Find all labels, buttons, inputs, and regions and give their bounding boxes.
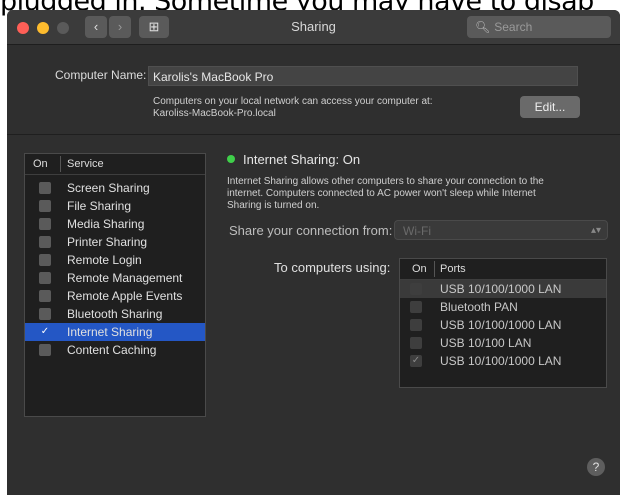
service-label: Content Caching	[67, 343, 157, 357]
column-separator	[434, 261, 435, 277]
service-label: Internet Sharing	[67, 325, 153, 339]
computer-name-input[interactable]: Karolis's MacBook Pro	[148, 66, 578, 86]
service-checkbox[interactable]	[39, 272, 51, 284]
sharing-description: Internet Sharing allows other computers …	[227, 176, 544, 212]
description-line: internet. Computers connected to AC powe…	[227, 188, 536, 199]
title-bar: ‹ › ⊞ Sharing 🔍︎ Search	[7, 10, 620, 45]
port-rows: USB 10/100/1000 LAN Bluetooth PAN USB 10/1…	[400, 280, 606, 370]
service-label: Remote Login	[67, 253, 142, 267]
share-from-select[interactable]: Wi-Fi ▴▾	[394, 220, 608, 240]
port-checkbox[interactable]	[410, 319, 422, 331]
search-placeholder: Search	[494, 20, 533, 34]
port-label: USB 10/100/1000 LAN	[440, 354, 562, 368]
port-row[interactable]: ✓ USB 10/100/1000 LAN	[400, 352, 606, 370]
port-row[interactable]: USB 10/100/1000 LAN	[400, 280, 606, 298]
port-checkbox[interactable]: ✓	[410, 355, 422, 367]
service-row[interactable]: Content Caching	[25, 341, 205, 359]
service-row[interactable]: Remote Management	[25, 269, 205, 287]
help-button[interactable]: ?	[587, 458, 605, 476]
service-row[interactable]: ✓ Internet Sharing	[25, 323, 205, 341]
ports-list: On Ports USB 10/100/1000 LAN Bluetooth PA…	[399, 258, 607, 388]
port-checkbox[interactable]	[410, 283, 422, 295]
share-from-value: Wi-Fi	[403, 224, 431, 238]
search-field[interactable]: 🔍︎ Search	[467, 16, 611, 38]
service-row[interactable]: Remote Apple Events	[25, 287, 205, 305]
service-label: Remote Apple Events	[67, 289, 183, 303]
network-address-info: Computers on your local network can acce…	[153, 96, 433, 120]
ports-list-header: On Ports	[400, 259, 606, 280]
port-row[interactable]: Bluetooth PAN	[400, 298, 606, 316]
service-row[interactable]: Screen Sharing	[25, 179, 205, 197]
service-checkbox[interactable]	[39, 254, 51, 266]
service-label: Screen Sharing	[67, 181, 150, 195]
column-service-header: Service	[67, 158, 104, 170]
sharing-status-title: Internet Sharing: On	[243, 152, 361, 167]
port-checkbox[interactable]	[410, 301, 422, 313]
port-label: USB 10/100 LAN	[440, 336, 532, 350]
service-label: Bluetooth Sharing	[67, 307, 163, 321]
description-line: Internet Sharing allows other computers …	[227, 176, 544, 187]
section-divider	[7, 134, 620, 135]
service-row[interactable]: Media Sharing	[25, 215, 205, 233]
port-checkbox[interactable]	[410, 337, 422, 349]
service-label: Media Sharing	[67, 217, 145, 231]
service-checkbox[interactable]	[39, 290, 51, 302]
column-separator	[60, 156, 61, 172]
network-hostname: Karoliss-MacBook-Pro.local	[153, 108, 276, 119]
port-label: USB 10/100/1000 LAN	[440, 318, 562, 332]
edit-button[interactable]: Edit...	[520, 96, 580, 118]
service-row[interactable]: Remote Login	[25, 251, 205, 269]
service-rows: Screen Sharing File Sharing Media Sharing P…	[25, 179, 205, 359]
to-computers-label: To computers using:	[274, 260, 391, 275]
service-checkbox[interactable]	[39, 236, 51, 248]
column-on-header: On	[33, 158, 48, 170]
computer-name-label: Computer Name:	[55, 68, 147, 82]
search-icon: 🔍︎	[475, 20, 491, 34]
service-checkbox[interactable]	[39, 344, 51, 356]
port-row[interactable]: USB 10/100/1000 LAN	[400, 316, 606, 334]
service-row[interactable]: Bluetooth Sharing	[25, 305, 205, 323]
chevron-updown-icon: ▴▾	[590, 225, 601, 236]
service-list-header: On Service	[25, 154, 205, 175]
service-row[interactable]: Printer Sharing	[25, 233, 205, 251]
service-label: Remote Management	[67, 271, 183, 285]
port-label: Bluetooth PAN	[440, 300, 518, 314]
service-label: File Sharing	[67, 199, 132, 213]
service-list: On Service Screen Sharing File Sharing Med…	[24, 153, 206, 417]
service-checkbox[interactable]	[39, 182, 51, 194]
service-checkbox[interactable]: ✓	[39, 326, 51, 338]
service-checkbox[interactable]	[39, 308, 51, 320]
service-checkbox[interactable]	[39, 218, 51, 230]
description-line: Sharing is turned on.	[227, 200, 320, 211]
ports-column-header: Ports	[440, 263, 466, 275]
network-info-line: Computers on your local network can acce…	[153, 96, 433, 107]
share-from-label: Share your connection from:	[229, 223, 393, 238]
ports-on-header: On	[412, 263, 427, 275]
service-label: Printer Sharing	[67, 235, 148, 249]
service-checkbox[interactable]	[39, 200, 51, 212]
sharing-window: ‹ › ⊞ Sharing 🔍︎ Search Computer Name: Ka…	[7, 10, 620, 495]
port-label: USB 10/100/1000 LAN	[440, 282, 562, 296]
status-indicator-icon	[227, 155, 235, 163]
service-row[interactable]: File Sharing	[25, 197, 205, 215]
port-row[interactable]: USB 10/100 LAN	[400, 334, 606, 352]
